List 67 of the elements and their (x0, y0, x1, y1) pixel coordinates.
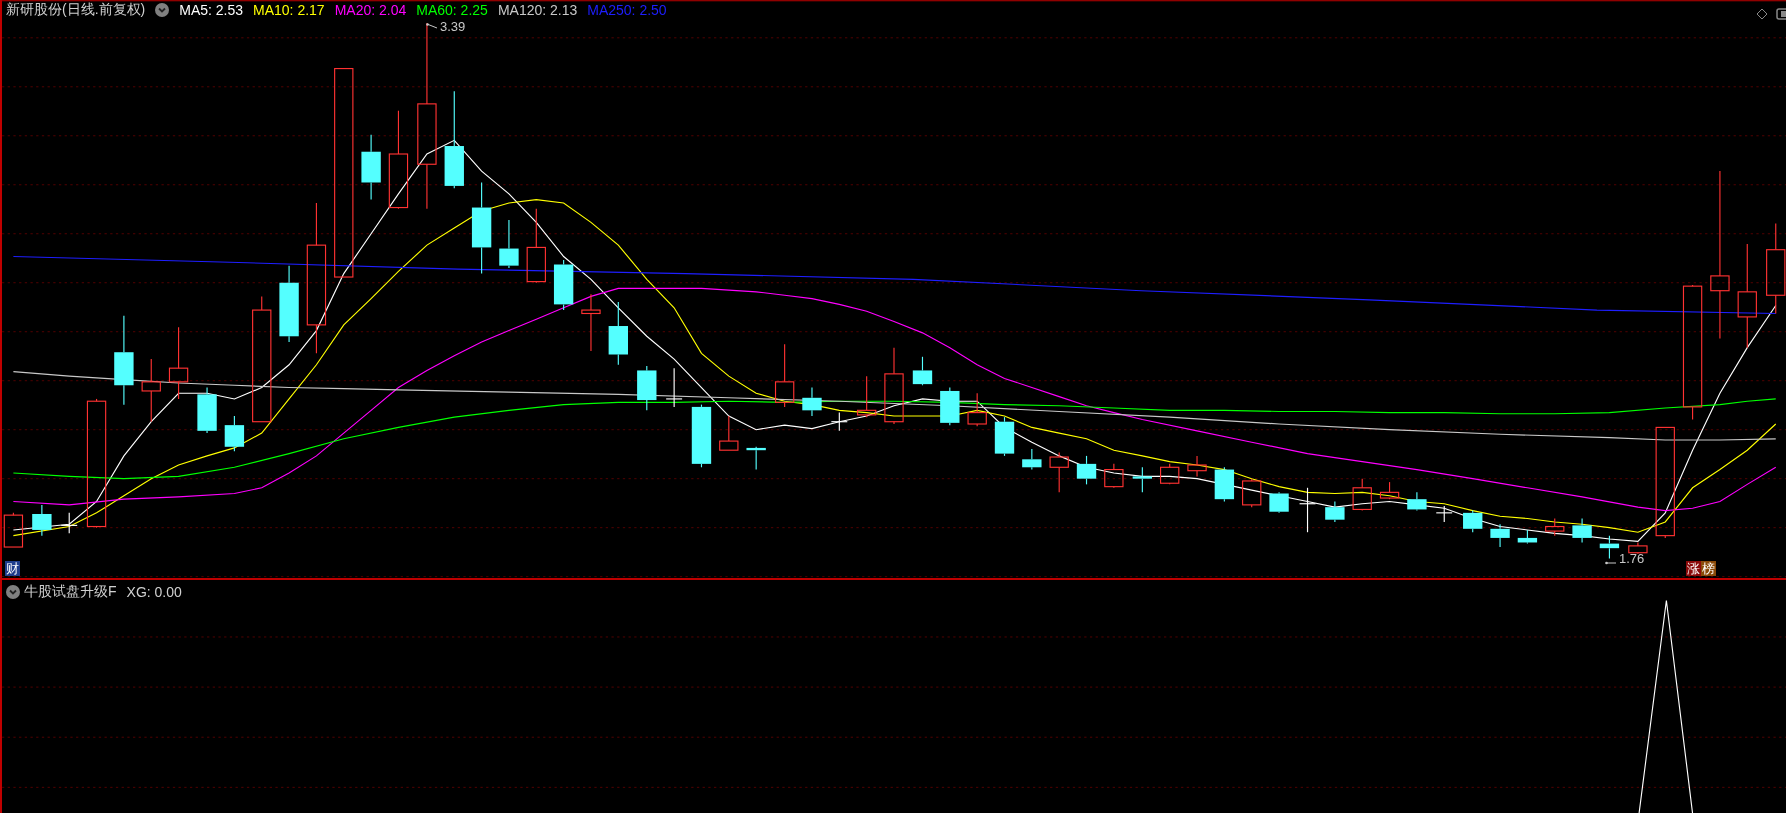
candlestick (60, 512, 78, 534)
candlestick (746, 446, 766, 471)
candlestick (719, 415, 739, 451)
rank-badge[interactable]: 榜 (1701, 561, 1716, 576)
candlestick (1407, 491, 1427, 512)
candlestick (1269, 491, 1289, 514)
candlestick (1463, 510, 1483, 533)
candlestick (197, 386, 217, 434)
candlestick (940, 386, 960, 426)
leader-line (426, 23, 438, 30)
candlestick (1049, 451, 1069, 493)
candlestick (1214, 466, 1235, 503)
candlestick (1517, 529, 1538, 545)
candlestick (967, 392, 987, 427)
dropdown-icon[interactable] (6, 585, 20, 599)
candlestick (499, 219, 519, 269)
candlestick (1352, 478, 1372, 512)
candlestick (1545, 517, 1565, 537)
dropdown-icon[interactable] (155, 3, 170, 17)
candlestick (361, 134, 381, 201)
candlestick (608, 301, 628, 366)
rank-badge[interactable]: 涨 (1686, 561, 1701, 576)
candlestick (581, 293, 601, 352)
candlestick (1628, 541, 1648, 555)
candlestick (637, 365, 657, 411)
candlestick (1132, 466, 1153, 493)
candlestick (994, 416, 1015, 457)
candlestick (1490, 523, 1510, 548)
indicator-value: XG: 0.00 (126, 584, 182, 600)
moving-average-value: MA10: 2.17 (253, 2, 325, 18)
candlestick (912, 356, 933, 386)
moving-average-value: MA250: 2.50 (587, 2, 667, 18)
candlestick (665, 367, 683, 408)
indicator-name: 牛股试盘升级F (24, 583, 117, 601)
candlestick (1435, 505, 1453, 523)
candlestick (1572, 517, 1592, 544)
candlestick (1104, 463, 1124, 489)
chart-title: 新研股份(日线.前复权) (6, 1, 146, 19)
candlestick (1187, 455, 1207, 477)
candlestick (830, 412, 848, 432)
candlestick (856, 375, 877, 418)
candlestick (1076, 455, 1097, 485)
candlestick (1325, 500, 1345, 523)
candlestick (691, 404, 712, 468)
moving-average-value: MA60: 2.25 (416, 2, 488, 18)
moving-average-value: MA5: 2.53 (179, 2, 244, 18)
candlestick (1022, 448, 1042, 471)
panel-toggle-icon[interactable] (1776, 8, 1786, 20)
finance-badge[interactable]: 财 (5, 561, 20, 576)
candlestick (1160, 463, 1180, 485)
candlestick (1379, 481, 1400, 500)
moving-average-value: MA120: 2.13 (497, 2, 578, 18)
candlestick (141, 358, 161, 423)
candlestick (1599, 535, 1620, 559)
price-label: 1.76 (1619, 551, 1645, 566)
leader-line (1605, 560, 1617, 565)
candlestick (224, 415, 245, 452)
candlestick (774, 343, 795, 408)
candlestick (802, 386, 822, 417)
candlestick (1242, 478, 1262, 508)
moving-average-value: MA20: 2.04 (334, 2, 407, 18)
candlestick (1299, 487, 1317, 533)
candlestick (553, 259, 574, 311)
diamond-icon[interactable] (1756, 8, 1768, 20)
price-label: 3.39 (440, 19, 466, 34)
candlestick (3, 512, 24, 548)
candlestick (32, 504, 52, 537)
